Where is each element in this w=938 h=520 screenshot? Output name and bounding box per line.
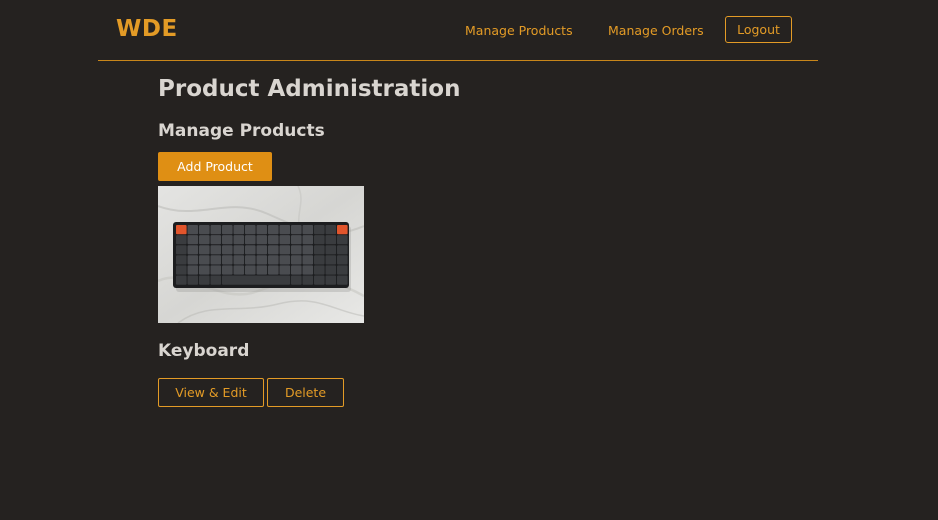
product-name: Keyboard — [158, 341, 250, 361]
view-edit-button[interactable]: View & Edit — [158, 378, 264, 407]
add-product-button[interactable]: Add Product — [158, 152, 272, 181]
logout-button[interactable]: Logout — [725, 16, 792, 43]
product-image — [157, 185, 365, 324]
site-header: WDE Manage Products Manage Orders Logout — [98, 0, 818, 61]
delete-button[interactable]: Delete — [267, 378, 344, 407]
nav-manage-products[interactable]: Manage Products — [465, 23, 573, 38]
logo[interactable]: WDE — [116, 16, 178, 42]
section-title: Manage Products — [158, 121, 325, 141]
keyboard-image — [157, 185, 365, 324]
nav-manage-orders[interactable]: Manage Orders — [608, 23, 704, 38]
page-title: Product Administration — [158, 76, 461, 102]
